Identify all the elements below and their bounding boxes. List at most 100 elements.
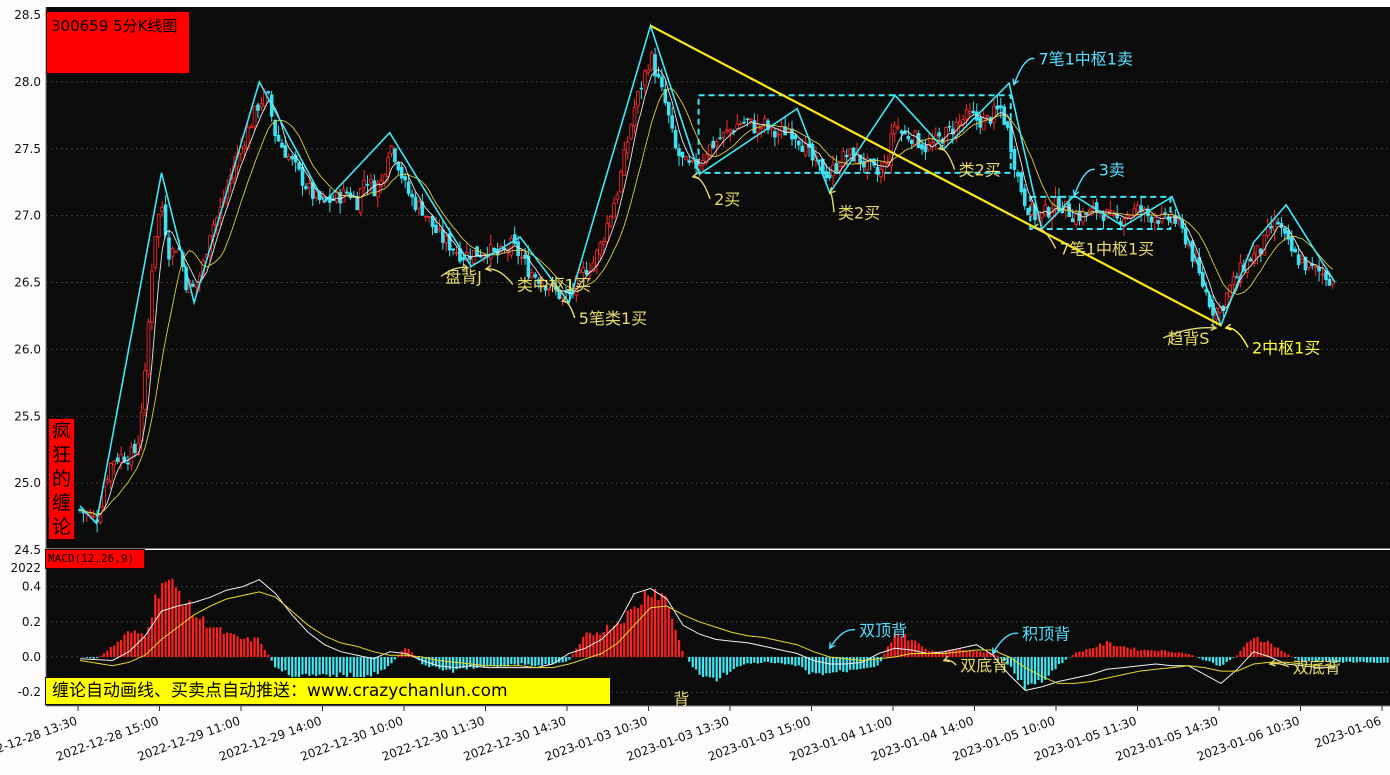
candle-body <box>793 134 798 140</box>
candle-body <box>307 183 312 189</box>
side-label-char: 的 <box>51 468 71 490</box>
candle-body <box>1218 307 1222 313</box>
candle-body <box>646 69 651 73</box>
candle-body <box>314 191 318 198</box>
macd-tick-label: 0.2 <box>22 615 41 629</box>
candle-body <box>399 167 404 179</box>
candle-body <box>413 196 418 211</box>
candle-body <box>266 91 271 94</box>
candle-body <box>1019 172 1024 193</box>
candle-body <box>91 515 96 518</box>
candle-body <box>191 283 195 287</box>
candle-body <box>434 224 438 233</box>
candle-body <box>1289 236 1294 252</box>
chart-annotation: 趋背S <box>1167 329 1209 348</box>
candle-body <box>365 183 370 186</box>
candle-body <box>143 370 147 410</box>
candle-body <box>666 102 671 116</box>
candle-body <box>848 148 852 155</box>
partial-date-label: 2022 <box>10 561 41 575</box>
candle-body <box>1327 278 1332 286</box>
candle-body <box>971 110 976 114</box>
candle-body <box>115 457 120 462</box>
candle-body <box>437 228 442 231</box>
candle-body <box>478 255 483 258</box>
candle-body <box>755 123 760 134</box>
candle-body <box>523 254 527 259</box>
candle-body <box>906 136 911 140</box>
candle-body <box>1313 265 1318 268</box>
candle-body <box>1296 254 1301 266</box>
candle-body <box>968 111 972 114</box>
candle-body <box>947 125 952 128</box>
candle-body <box>126 462 130 465</box>
macd-annotation: 双顶背 <box>859 621 907 640</box>
candle-body <box>461 257 466 261</box>
candle-body <box>129 446 134 466</box>
candle-body <box>738 122 743 125</box>
candle-body <box>304 186 308 190</box>
candle-body <box>163 204 168 236</box>
candle-body <box>742 121 746 124</box>
candle-body <box>1231 276 1236 285</box>
candle-body <box>714 141 719 147</box>
candle-body <box>680 151 685 158</box>
candle-body <box>803 142 808 156</box>
candle-body <box>827 174 832 179</box>
candle-body <box>297 162 301 170</box>
candle-body <box>721 131 726 138</box>
candle-body <box>170 248 175 257</box>
candle-body <box>1255 245 1260 258</box>
candle-body <box>834 162 839 172</box>
candle-body <box>112 460 117 466</box>
candle-body <box>649 52 654 71</box>
candle-body <box>406 181 411 195</box>
candle-body <box>1125 215 1130 218</box>
candle-body <box>718 137 722 140</box>
candle-body <box>612 202 616 219</box>
side-label-char: 疯 <box>51 420 71 442</box>
candle-body <box>629 124 633 140</box>
candle-body <box>256 104 260 111</box>
candle-body <box>362 179 366 188</box>
candle-body <box>393 148 397 163</box>
candle-body <box>687 160 692 163</box>
candle-body <box>797 140 801 146</box>
macd-tick-label: 0.4 <box>22 580 41 594</box>
candle-body <box>920 144 924 150</box>
candle-body <box>1026 207 1030 216</box>
promo-banner[interactable]: 缠论自动画线、买卖点自动推送：www.crazychanlun.com <box>45 677 611 705</box>
candle-body <box>1293 248 1297 253</box>
price-tick-label: 25.0 <box>14 476 41 490</box>
candle-body <box>119 454 123 463</box>
candle-body <box>259 102 264 108</box>
price-tick-label: 28.5 <box>14 8 41 22</box>
candle-body <box>252 105 257 128</box>
candle-body <box>711 140 716 149</box>
candle-body <box>109 463 113 482</box>
candle-body <box>909 139 914 144</box>
candle-body <box>1139 205 1143 212</box>
candle-body <box>632 106 637 127</box>
candle-body <box>1276 221 1280 225</box>
candle-body <box>369 178 373 183</box>
candle-body <box>964 108 969 120</box>
candle-body <box>1074 213 1078 226</box>
candle-body <box>475 246 479 257</box>
candle-body <box>759 127 763 129</box>
candle-body <box>1283 227 1287 234</box>
chart-annotation: 类中枢1买 <box>517 276 591 295</box>
candle-body <box>899 130 904 134</box>
candle-body <box>786 129 791 132</box>
candle-body <box>1163 212 1167 215</box>
candle-body <box>1272 219 1277 232</box>
candle-body <box>690 159 695 162</box>
candle-body <box>622 149 627 176</box>
candle-body <box>896 126 900 129</box>
candle-body <box>1111 213 1116 216</box>
candle-body <box>417 201 421 209</box>
macd-annotation: 背 <box>673 690 689 709</box>
candle-body <box>1108 210 1113 213</box>
candle-body <box>1135 204 1140 213</box>
candle-body <box>684 156 688 161</box>
